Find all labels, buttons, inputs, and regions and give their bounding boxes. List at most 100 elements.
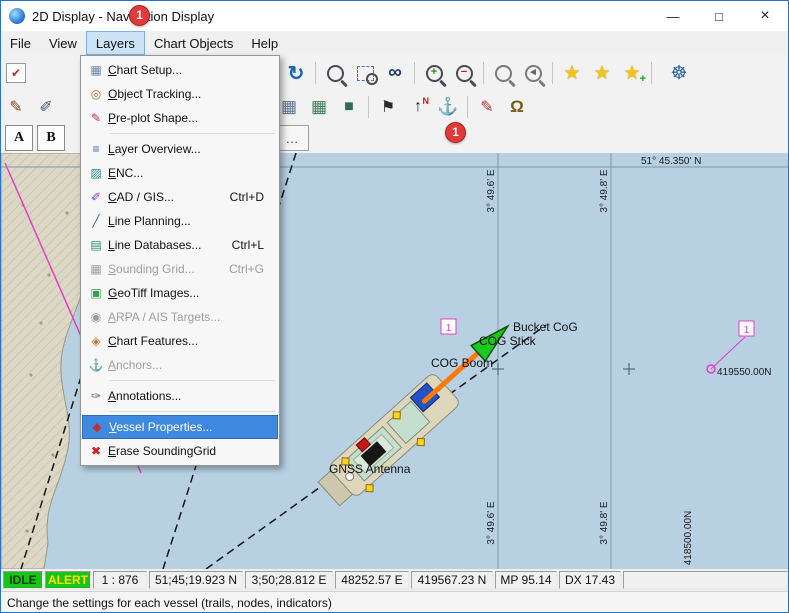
status-scale: 1 : 876 (93, 571, 147, 589)
status-longitude: 3;50;28.812 E (245, 571, 333, 589)
waypoint-marker-right[interactable]: 1 419550.00N (707, 321, 772, 378)
toolbar-separator (483, 62, 484, 84)
add-favorite-view-button[interactable]: ★ + (617, 59, 647, 87)
menu-item-chart-setup[interactable]: ▦ Chart Setup... (82, 58, 278, 82)
matrix-button[interactable]: ■ (334, 93, 364, 121)
toolbar-separator (467, 96, 468, 118)
view-b-button[interactable]: B (37, 125, 65, 151)
status-dx: DX 17.43 (559, 571, 621, 589)
menu-item-vessel-properties[interactable]: ◆ Vessel Properties... (82, 415, 278, 439)
menu-file[interactable]: File (1, 31, 40, 55)
toolbar-separator (552, 62, 553, 84)
menu-item-label: Annotations... (108, 389, 181, 403)
zoom-window-icon (495, 65, 512, 82)
app-icon (9, 8, 25, 24)
minimize-button[interactable]: — (650, 1, 696, 31)
window-controls: — □ × (650, 1, 788, 31)
more-options-button[interactable]: … (275, 125, 309, 151)
bucket-cog-label: Bucket CoG (513, 320, 578, 334)
zoom-area-button[interactable] (350, 59, 380, 87)
status-northing: 419567.23 N (411, 571, 493, 589)
draw-tool-button[interactable]: ✎ (1, 93, 31, 121)
longitude-label-1-top: 3° 49.6' E (486, 169, 497, 212)
enc-icon: ▨ (84, 166, 108, 180)
waypoint-marker-vessel[interactable]: 1 (441, 319, 456, 334)
longitude-label-2-bottom: 3° 49.8' E (599, 501, 610, 544)
anchor-watch-button[interactable]: ⚓ (433, 93, 463, 121)
menu-item-line-databases[interactable]: ▤ Line Databases... Ctrl+L (82, 233, 278, 257)
menu-item-layer-overview[interactable]: ≡ Layer Overview... (82, 137, 278, 161)
menu-item-preplot-shape[interactable]: ✎ Pre-plot Shape... (82, 106, 278, 130)
geotiff-images-icon: ▣ (84, 286, 108, 300)
refresh-button[interactable]: ↻ (281, 59, 311, 87)
zoom-button[interactable] (320, 59, 350, 87)
flag-marker-button[interactable]: ⚑ (373, 93, 403, 121)
helm-display-button[interactable]: ☸ (664, 59, 694, 87)
zoom-in-button[interactable]: + (419, 59, 449, 87)
binoculars-icon: ∞ (388, 62, 402, 84)
chart-setup-icon: ▦ (84, 63, 108, 77)
protractor-icon: ✐ (39, 97, 52, 117)
maximize-button[interactable]: □ (696, 1, 742, 31)
line-databases-icon: ▤ (84, 238, 108, 252)
previous-view-button[interactable]: ◂ (518, 59, 548, 87)
grid-color-icon: ▦ (311, 97, 327, 117)
pencil-icon: ✎ (9, 97, 22, 117)
menu-item-erase-soundinggrid[interactable]: ✖ Erase SoundingGrid (82, 439, 278, 463)
cad-gis-icon: ✐ (84, 190, 108, 204)
menu-bar: File View Layers Chart Objects Help (1, 31, 788, 55)
menu-shortcut: Ctrl+D (230, 190, 276, 204)
layer-overview-icon: ≡ (84, 142, 108, 156)
menu-item-label: Line Databases... (108, 238, 201, 252)
title-bar: 2D Display - Navigation Display — □ × (1, 1, 788, 31)
anchors-icon: ⚓ (84, 358, 108, 372)
menu-item-enc[interactable]: ▨ ENC... (82, 161, 278, 185)
line-planning-icon: ╱ (84, 214, 108, 228)
sounding-grid-icon: ▦ (84, 262, 108, 276)
menu-item-cad-gis[interactable]: ✐ CAD / GIS... Ctrl+D (82, 185, 278, 209)
checklist-button[interactable]: ✔ (1, 59, 31, 87)
longitude-label-1-bottom: 3° 49.6' E (486, 501, 497, 544)
app-window: 2D Display - Navigation Display — □ × Fi… (0, 0, 789, 613)
grid-icon: ▦ (281, 97, 297, 117)
view-a-button[interactable]: A (5, 125, 33, 151)
red-pencil-icon: ✎ (480, 97, 493, 117)
preplot-shape-icon: ✎ (84, 111, 108, 125)
menu-chart-objects[interactable]: Chart Objects (145, 31, 242, 55)
info-bar-text: Change the settings for each vessel (tra… (7, 596, 332, 610)
menu-item-sounding-grid: ▦ Sounding Grid... Ctrl+G (82, 257, 278, 281)
measure-tool-button[interactable]: ✐ (31, 93, 61, 121)
menu-shortcut: Ctrl+G (229, 262, 276, 276)
favorite-view-2-button[interactable]: ★ (587, 59, 617, 87)
menu-item-label: Chart Setup... (108, 63, 182, 77)
waypoint-number: 1 (446, 323, 452, 334)
menu-separator (109, 380, 275, 381)
star-add-icon: ★ (623, 62, 640, 85)
menu-item-object-tracking[interactable]: ◎ Object Tracking... (82, 82, 278, 106)
favorite-view-1-button[interactable]: ★ (557, 59, 587, 87)
cog-boom-label: COG Boom (431, 356, 493, 370)
zoom-window-button[interactable] (488, 59, 518, 87)
status-mp: MP 95.14 (495, 571, 557, 589)
close-button[interactable]: × (742, 1, 788, 31)
toolbar-separator (368, 96, 369, 118)
north-up-button[interactable]: ↑ N (403, 93, 433, 121)
menu-item-geotiff-images[interactable]: ▣ GeoTiff Images... (82, 281, 278, 305)
menu-item-annotations[interactable]: ✑ Annotations... (82, 384, 278, 408)
menu-item-line-planning[interactable]: ╱ Line Planning... (82, 209, 278, 233)
edit-annotation-button[interactable]: ✎ (472, 93, 502, 121)
menu-help[interactable]: Help (242, 31, 287, 55)
grid-layers-button[interactable]: ▦ (304, 93, 334, 121)
coordinate-labels: 51° 45.350' N 3° 49.6' E 3° 49.8' E 3° 4… (486, 156, 701, 565)
overview-button[interactable]: ∞ (380, 59, 410, 87)
zoom-out-button[interactable]: − (449, 59, 479, 87)
menu-item-label: Sounding Grid... (108, 262, 195, 276)
menu-view[interactable]: View (40, 31, 86, 55)
chart-features-icon: ◈ (84, 334, 108, 348)
menu-layers[interactable]: Layers (86, 31, 145, 55)
flag-icon: ⚑ (381, 97, 395, 117)
menu-item-chart-features[interactable]: ◈ Chart Features... (82, 329, 278, 353)
alarm-button[interactable]: Ω (502, 93, 532, 121)
north-arrow-icon: ↑ (414, 98, 422, 116)
northing-grid-label: 418500.00N (683, 511, 694, 566)
